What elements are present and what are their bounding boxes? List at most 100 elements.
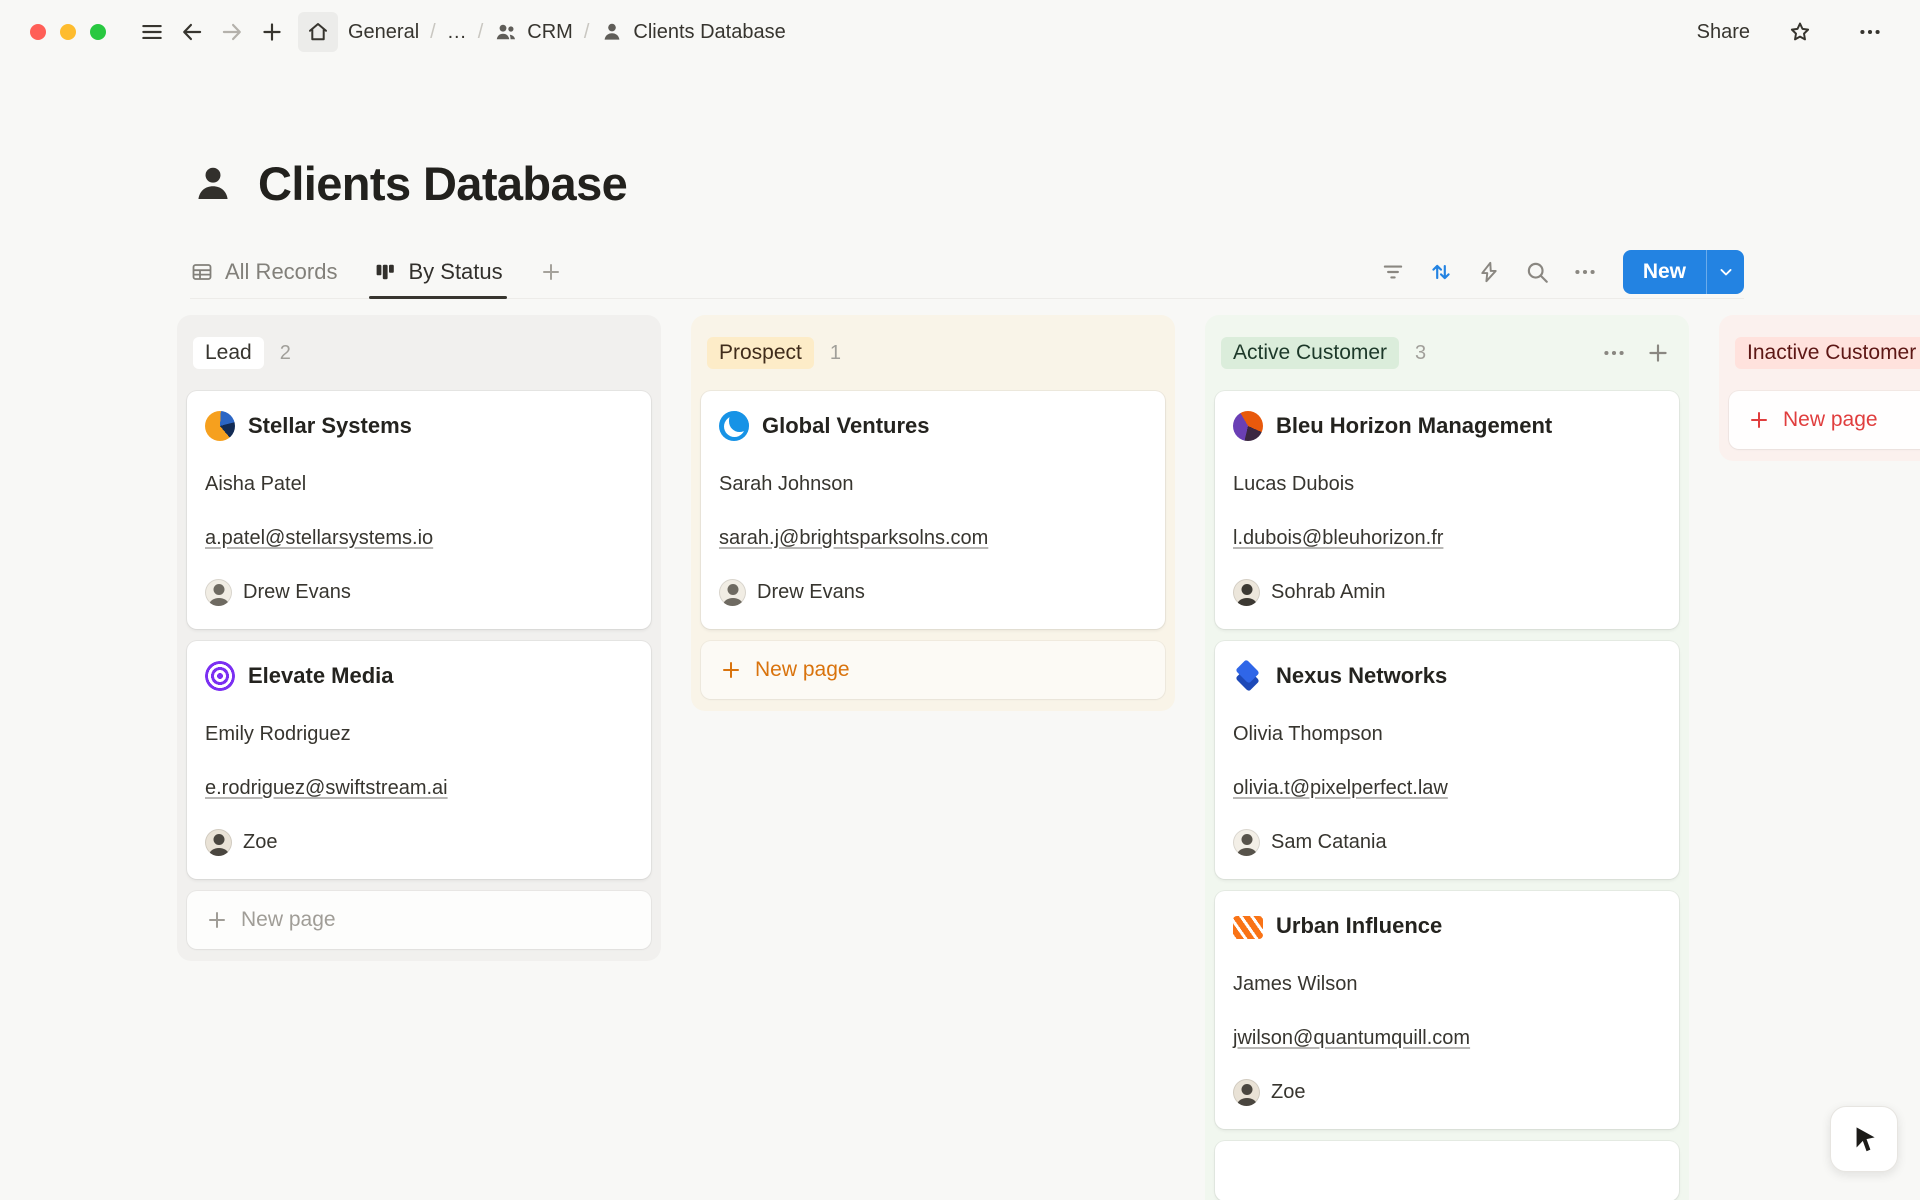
- lightning-icon: [1476, 259, 1502, 285]
- contact-name: Aisha Patel: [205, 471, 633, 498]
- column-inactive-customer: Inactive Customer New page: [1719, 315, 1920, 461]
- column-add-card-button[interactable]: [1643, 338, 1673, 368]
- urban-influence-logo-icon: [1233, 916, 1263, 939]
- new-tab-button[interactable]: [252, 12, 292, 52]
- card-global-ventures[interactable]: Global Ventures Sarah Johnson sarah.j@br…: [701, 391, 1165, 629]
- contact-email[interactable]: l.dubois@bleuhorizon.fr: [1233, 525, 1443, 552]
- card-elevate-media[interactable]: Elevate Media Emily Rodriguez e.rodrigue…: [187, 641, 651, 879]
- owner-row: Zoe: [1233, 1077, 1661, 1107]
- new-record-label[interactable]: New: [1623, 250, 1706, 294]
- card-urban-influence[interactable]: Urban Influence James Wilson jwilson@qua…: [1215, 891, 1679, 1129]
- column-header: Active Customer 3: [1215, 325, 1679, 391]
- share-button[interactable]: Share: [1697, 21, 1750, 44]
- tab-all-records[interactable]: All Records: [190, 245, 337, 298]
- kanban-board: Lead 2 Stellar Systems Aisha Patel a.pat…: [0, 315, 1920, 1200]
- close-window-button[interactable]: [30, 24, 46, 40]
- card-stellar-systems[interactable]: Stellar Systems Aisha Patel a.patel@stel…: [187, 391, 651, 629]
- filter-button[interactable]: [1373, 252, 1413, 292]
- forward-button[interactable]: [212, 12, 252, 52]
- avatar: [1233, 579, 1260, 606]
- avatar: [1233, 1079, 1260, 1106]
- new-page-label: New page: [1783, 408, 1878, 432]
- contact-email[interactable]: olivia.t@pixelperfect.law: [1233, 775, 1448, 802]
- filter-icon: [1380, 259, 1406, 285]
- titlebar: General / … / CRM / Clients Database Sha…: [0, 0, 1920, 64]
- card-title: Bleu Horizon Management: [1276, 411, 1552, 441]
- group-chip-inactive-customer[interactable]: Inactive Customer: [1735, 337, 1920, 369]
- new-page-label: New page: [755, 658, 850, 682]
- page-header: Clients Database: [190, 156, 1920, 211]
- card-partial[interactable]: [1215, 1141, 1679, 1200]
- breadcrumb-separator: /: [430, 21, 436, 44]
- sort-button[interactable]: [1421, 252, 1461, 292]
- owner-name: Sam Catania: [1271, 827, 1387, 857]
- card-nexus-networks[interactable]: Nexus Networks Olivia Thompson olivia.t@…: [1215, 641, 1679, 879]
- group-chip-lead[interactable]: Lead: [193, 337, 264, 369]
- avatar: [719, 579, 746, 606]
- page-options-button[interactable]: [1850, 12, 1890, 52]
- cursor-widget[interactable]: [1830, 1106, 1898, 1172]
- plus-icon: [1645, 340, 1671, 366]
- contact-email[interactable]: e.rodriguez@swiftstream.ai: [205, 775, 448, 802]
- owner-name: Zoe: [1271, 1077, 1305, 1107]
- chevron-down-icon: [1716, 262, 1736, 282]
- owner-row: Drew Evans: [205, 577, 633, 607]
- breadcrumb: General / … / CRM / Clients Database: [348, 20, 786, 44]
- contact-email[interactable]: sarah.j@brightsparksolns.com: [719, 525, 988, 552]
- column-menu-button[interactable]: [1599, 338, 1629, 368]
- plus-icon: [1747, 408, 1771, 432]
- new-page-label: New page: [241, 908, 336, 932]
- breadcrumb-page[interactable]: Clients Database: [600, 20, 785, 44]
- person-icon: [600, 20, 624, 44]
- group-count: 2: [280, 342, 291, 365]
- home-icon: [306, 20, 330, 44]
- group-chip-prospect[interactable]: Prospect: [707, 337, 814, 369]
- card-title: Global Ventures: [762, 411, 930, 441]
- page-person-icon[interactable]: [190, 161, 236, 207]
- column-header: Lead 2: [187, 325, 651, 391]
- column-prospect: Prospect 1 Global Ventures Sarah Johnson…: [691, 315, 1175, 711]
- new-page-button-lead[interactable]: New page: [187, 891, 651, 949]
- favorite-button[interactable]: [1780, 12, 1820, 52]
- breadcrumb-crm-label: CRM: [527, 21, 573, 44]
- view-controls: New: [1373, 250, 1744, 294]
- avatar: [1233, 829, 1260, 856]
- search-button[interactable]: [1517, 252, 1557, 292]
- card-bleu-horizon[interactable]: Bleu Horizon Management Lucas Dubois l.d…: [1215, 391, 1679, 629]
- home-button[interactable]: [298, 12, 338, 52]
- contact-email[interactable]: jwilson@quantumquill.com: [1233, 1025, 1470, 1052]
- view-options-button[interactable]: [1565, 252, 1605, 292]
- tab-by-status[interactable]: By Status: [373, 245, 502, 298]
- new-record-button[interactable]: New: [1623, 250, 1744, 294]
- board-view-icon: [373, 260, 397, 284]
- breadcrumb-workspace[interactable]: General: [348, 21, 419, 44]
- breadcrumb-crm[interactable]: CRM: [494, 20, 573, 44]
- global-ventures-logo-icon: [719, 411, 749, 441]
- card-title: Urban Influence: [1276, 911, 1442, 941]
- breadcrumb-separator: /: [584, 21, 590, 44]
- card-title: Stellar Systems: [248, 411, 412, 441]
- owner-row: Sohrab Amin: [1233, 577, 1661, 607]
- bleu-horizon-logo-icon: [1233, 411, 1263, 441]
- contact-name: James Wilson: [1233, 971, 1661, 998]
- new-page-button-prospect[interactable]: New page: [701, 641, 1165, 699]
- add-view-button[interactable]: [539, 260, 563, 284]
- automations-button[interactable]: [1469, 252, 1509, 292]
- tab-by-status-label: By Status: [408, 259, 502, 285]
- page-title[interactable]: Clients Database: [258, 156, 627, 211]
- breadcrumb-collapsed[interactable]: …: [447, 21, 467, 44]
- new-record-dropdown[interactable]: [1706, 250, 1744, 294]
- contact-email[interactable]: a.patel@stellarsystems.io: [205, 525, 433, 552]
- sidebar-menu-button[interactable]: [132, 12, 172, 52]
- new-page-button-inactive[interactable]: New page: [1729, 391, 1920, 449]
- card-title: Elevate Media: [248, 661, 394, 691]
- sort-arrows-icon: [1428, 259, 1454, 285]
- tab-all-records-label: All Records: [225, 259, 337, 285]
- zoom-window-button[interactable]: [90, 24, 106, 40]
- minimize-window-button[interactable]: [60, 24, 76, 40]
- group-chip-active-customer[interactable]: Active Customer: [1221, 337, 1399, 369]
- nexus-networks-logo-icon: [1233, 661, 1263, 691]
- group-count: 3: [1415, 342, 1426, 365]
- back-button[interactable]: [172, 12, 212, 52]
- column-active-customer: Active Customer 3: [1205, 315, 1689, 1200]
